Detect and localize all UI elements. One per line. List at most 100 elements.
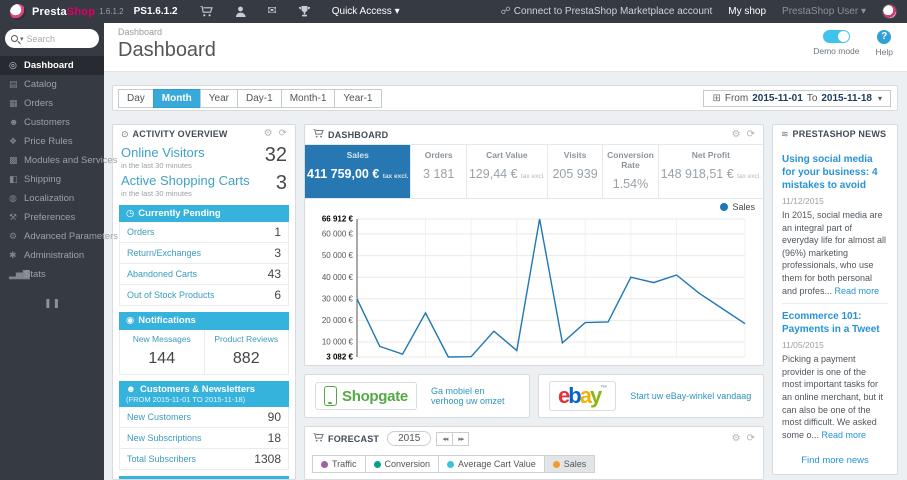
brand-shop: Shop: [66, 5, 96, 18]
modules-icon: ▩: [9, 155, 18, 165]
total-subscribers-link[interactable]: Total Subscribers: [127, 454, 196, 464]
quick-access-menu[interactable]: Quick Access ▾: [332, 6, 400, 17]
abandoned-carts-link[interactable]: Abandoned Carts: [127, 269, 197, 279]
date-range-picker[interactable]: ⊞ From 2015-11-01 To 2015-11-18 ▾: [703, 89, 891, 107]
read-more-link[interactable]: Read more: [835, 286, 880, 296]
shopgate-ad-link[interactable]: Ga mobiel en verhoog uw omzet: [431, 386, 519, 406]
forecast-year-selector[interactable]: 2015: [387, 431, 432, 446]
chart-legend[interactable]: Sales: [313, 201, 755, 213]
sidebar-item-dashboard[interactable]: ◎ Dashboard: [0, 56, 104, 75]
read-more-link[interactable]: Read more: [822, 430, 867, 440]
filter-month-1-button[interactable]: Month-1: [280, 88, 336, 108]
cart-icon[interactable]: [199, 6, 213, 17]
search-icon: [11, 35, 18, 42]
sales-line-chart[interactable]: 66 912 € 60 000 € 50 000 € 40 000 € 30 000 €…: [313, 213, 755, 365]
chevron-down-icon: ▾: [860, 6, 866, 17]
sidebar-item-preferences[interactable]: ⚒ Preferences: [0, 208, 104, 227]
sidebar-item-catalog[interactable]: ▤ Catalog: [0, 75, 104, 94]
sidebar-item-modules[interactable]: ▩ Modules and Services: [0, 151, 117, 170]
search-scope-caret[interactable]: ▾: [20, 35, 24, 43]
traffic-dot-icon: [321, 460, 328, 468]
panel-refresh-icon[interactable]: ⟳: [279, 129, 287, 139]
new-messages-link[interactable]: New Messages: [122, 334, 202, 344]
sidebar-item-advanced-parameters[interactable]: ⚙ Advanced Parameters: [0, 227, 118, 246]
kpi-tab-cart-value[interactable]: Cart Value 129,44 € tax excl.: [467, 145, 548, 198]
orders-link[interactable]: Orders: [127, 227, 155, 237]
new-customers-link[interactable]: New Customers: [127, 412, 191, 422]
returns-link[interactable]: Return/Exchanges: [127, 248, 201, 258]
svg-text:60 000 €: 60 000 €: [322, 230, 354, 239]
find-more-news-link[interactable]: Find more news: [782, 455, 888, 466]
filter-year-button[interactable]: Year: [199, 88, 239, 108]
online-visitors-value: 32: [264, 144, 287, 166]
traffic-section: ◍Traffic (FROM 2015-11-01 TO 2015-11-18)…: [119, 476, 289, 479]
filter-day-1-button[interactable]: Day-1: [237, 88, 282, 108]
forecast-toggle-traffic[interactable]: Traffic: [312, 455, 366, 473]
forecast-prev-button[interactable]: ◂◂: [436, 431, 454, 446]
out-of-stock-count: 6: [274, 288, 281, 303]
sidebar-item-customers[interactable]: ☻ Customers: [0, 113, 104, 132]
sidebar-item-administration[interactable]: ✱ Administration: [0, 246, 104, 265]
user-menu[interactable]: PrestaShop User ▾: [782, 6, 866, 17]
filter-month-button[interactable]: Month: [152, 88, 201, 108]
news-item-title[interactable]: Ecommerce 101: Payments in a Tweet: [782, 310, 888, 336]
kpi-tab-orders[interactable]: Orders 3 181: [411, 145, 467, 198]
new-subscriptions-link[interactable]: New Subscriptions: [127, 433, 202, 443]
sales-chart: Sales 66 912 € 60 000 € 50 000 € 40 000 € 30…: [305, 199, 763, 365]
online-visitors-subtext: in the last 30 minutes: [121, 161, 192, 170]
sidebar-item-localization[interactable]: ◍ Localization: [0, 189, 104, 208]
dashboard-panel: DASHBOARD ⚙ ⟳ Sales 411 759,00 € tax exc…: [304, 124, 764, 366]
pending-row-out-of-stock: Out of Stock Products 6: [119, 285, 289, 307]
svg-text:10 000 €: 10 000 €: [322, 338, 354, 347]
panel-refresh-icon[interactable]: ⟳: [747, 129, 755, 140]
demo-mode-toggle[interactable]: [822, 30, 850, 43]
kpi-tab-conversion-rate[interactable]: Conversion Rate 1.54%: [603, 145, 659, 198]
ebay-ad-link[interactable]: Start uw eBay-winkel vandaag: [630, 391, 751, 401]
kpi-tab-visits[interactable]: Visits 205 939: [548, 145, 604, 198]
customer-icon[interactable]: [235, 6, 246, 17]
messages-icon[interactable]: ✉: [268, 6, 277, 17]
news-item-date: 11/12/2015: [782, 196, 824, 206]
svg-text:40 000 €: 40 000 €: [322, 273, 354, 282]
panel-settings-icon[interactable]: ⚙: [732, 433, 741, 444]
active-carts-link[interactable]: Active Shopping Carts: [121, 173, 250, 188]
trophy-icon[interactable]: [298, 6, 310, 17]
panel-settings-icon[interactable]: ⚙: [732, 129, 741, 140]
breadcrumb[interactable]: Dashboard: [118, 27, 895, 37]
kpi-tab-sales[interactable]: Sales 411 759,00 € tax excl.: [305, 145, 412, 198]
marketplace-link[interactable]: ☍ Connect to PrestaShop Marketplace accou…: [501, 6, 713, 17]
kpi-tab-net-profit[interactable]: Net Profit 148 918,51 € tax excl.: [659, 145, 763, 198]
forecast-next-button[interactable]: ▸▸: [452, 431, 470, 446]
new-subscriptions-row: New Subscriptions 18: [119, 428, 289, 450]
panel-refresh-icon[interactable]: ⟳: [747, 433, 755, 444]
dashboard-panel-title: DASHBOARD: [328, 129, 389, 140]
orders-count: 1: [274, 225, 281, 240]
news-item: Ecommerce 101: Payments in a Tweet 11/05…: [782, 303, 888, 447]
out-of-stock-link[interactable]: Out of Stock Products: [127, 290, 215, 300]
filter-day-button[interactable]: Day: [118, 88, 154, 108]
active-carts-subtext: in the last 30 minutes: [121, 189, 192, 198]
forecast-toggle-conversion[interactable]: Conversion: [364, 455, 440, 473]
search-input[interactable]: [26, 33, 93, 44]
sidebar-item-shipping[interactable]: ◧ Shipping: [0, 170, 104, 189]
active-carts-value: 3: [275, 172, 287, 194]
forecast-toggle-sales[interactable]: Sales: [543, 455, 596, 473]
news-item-title[interactable]: Using social media for your business: 4 …: [782, 153, 888, 192]
panel-settings-icon[interactable]: ⚙: [264, 129, 273, 139]
new-subscriptions-count: 18: [267, 431, 281, 446]
online-visitors-link[interactable]: Online Visitors: [121, 145, 205, 160]
help-button[interactable]: ?: [877, 30, 892, 44]
new-messages-count: 144: [148, 349, 176, 367]
collapse-menu-icon[interactable]: ❚❚: [44, 298, 104, 309]
link-icon: ☍: [500, 6, 511, 17]
sidebar-item-price-rules[interactable]: ❖ Price Rules: [0, 132, 104, 151]
kpi-tabs: Sales 411 759,00 € tax excl. Orders 3 18…: [305, 144, 763, 199]
product-reviews-link[interactable]: Product Reviews: [207, 334, 287, 344]
filter-year-1-button[interactable]: Year-1: [334, 88, 382, 108]
user-avatar[interactable]: [882, 4, 897, 19]
sidebar-item-stats[interactable]: ▂▅▇ Stats: [0, 265, 104, 284]
my-shop-link[interactable]: My shop: [728, 6, 766, 17]
forecast-toggle-average-cart-value[interactable]: Average Cart Value: [438, 455, 545, 473]
sidebar-menu: ◎ Dashboard ▤ Catalog ▦ Orders ☻ Customers ❖…: [0, 56, 118, 284]
sidebar-item-orders[interactable]: ▦ Orders: [0, 94, 104, 113]
